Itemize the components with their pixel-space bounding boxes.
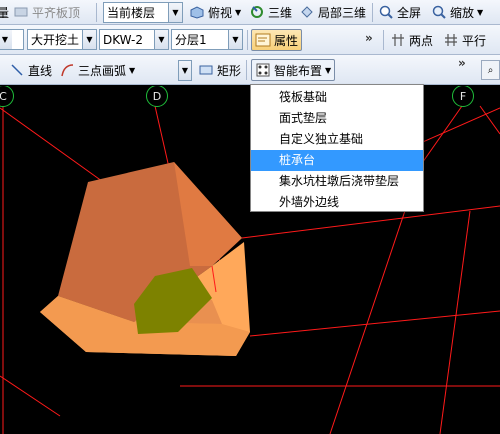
floor-select[interactable]: 当前楼层 ▼ <box>103 2 183 23</box>
arc-label: 三点画弧 <box>78 63 127 78</box>
partial-tool-label: 量 <box>0 5 10 20</box>
rect-button[interactable]: 矩形 <box>195 59 244 81</box>
toolbar-overflow-icon[interactable]: » <box>458 56 466 70</box>
chevron-down-icon: ▼ <box>235 7 242 17</box>
smart-layout-menu: 筏板基础 面式垫层 自定义独立基础 桩承台 集水坑柱墩后浇带垫层 外墙外边线 <box>250 84 424 212</box>
local-3d-button[interactable]: 局部三维 <box>296 1 369 23</box>
line-icon <box>9 62 25 78</box>
element-code-select[interactable]: DKW-2 ▼ <box>99 29 169 50</box>
zoom-label: 缩放 <box>450 5 475 20</box>
fullscreen-button[interactable]: 全屏 <box>375 1 424 23</box>
properties-button[interactable]: 属性 <box>251 29 303 51</box>
toolbar-separator <box>246 60 247 80</box>
arc-button[interactable]: 三点画弧 ▼ <box>56 59 138 81</box>
grid-line-horizontal-2 <box>249 310 500 337</box>
chevron-down-icon: ▼ <box>154 30 168 49</box>
floor-select-value: 当前楼层 <box>107 6 156 20</box>
axis-c-text: C <box>0 89 7 103</box>
axis-label-f: F <box>452 86 474 107</box>
line-label: 直线 <box>28 63 53 78</box>
parallel-icon <box>443 32 459 48</box>
menu-item-surface-cushion[interactable]: 面式垫层 <box>251 108 423 129</box>
parallel-label: 平行 <box>462 33 487 48</box>
menu-item-sump-pier-cushion[interactable]: 集水坑柱墩后浇带垫层 <box>251 171 423 192</box>
smart-layout-icon <box>255 62 271 78</box>
smart-layout-button[interactable]: 智能布置 ▼ <box>251 59 336 81</box>
layer-select-value: 分层1 <box>175 33 207 47</box>
properties-icon <box>255 32 271 48</box>
element-type-value: 大开挖土 <box>31 33 80 47</box>
grid-line-diagonal-3 <box>0 375 61 417</box>
top-view-button[interactable]: 俯视 ▼ <box>186 1 244 23</box>
fullscreen-label: 全屏 <box>397 5 422 20</box>
toolbar-separator <box>247 30 248 50</box>
element-toolbar: ▼ 大开挖土 ▼ DKW-2 ▼ 分层1 ▼ 属性 » 两点 平行 <box>0 25 500 55</box>
menu-item-exterior-wall-line[interactable]: 外墙外边线 <box>251 192 423 213</box>
line-button[interactable]: 直线 <box>6 59 55 81</box>
chevron-down-icon: ▼ <box>179 61 191 80</box>
magnifier-icon <box>378 4 394 20</box>
toolbar-overflow-icon[interactable]: » <box>365 31 373 45</box>
view-3d-label: 三维 <box>268 5 293 20</box>
menu-item-pile-cap[interactable]: 桩承台 <box>251 150 423 171</box>
axis-label-d: D <box>146 86 168 107</box>
local-3d-label: 局部三维 <box>318 5 367 20</box>
arc-icon <box>59 62 75 78</box>
pile-cap-solid <box>40 162 250 356</box>
chevron-down-icon: ▼ <box>325 65 332 75</box>
two-points-label: 两点 <box>409 33 434 48</box>
axis-d-text: D <box>152 89 162 103</box>
grid-line-vertical-right <box>439 210 471 434</box>
find-icon[interactable]: ⌕ <box>481 60 500 80</box>
rect-label: 矩形 <box>217 63 242 78</box>
chevron-down-icon: ▼ <box>228 30 242 49</box>
3d-rotate-icon <box>249 4 265 20</box>
flat-slab-top-label: 平齐板顶 <box>32 5 81 20</box>
main-toolbar: 量 平齐板顶 当前楼层 ▼ 俯视 ▼ 三维 局部三维 全屏 缩放 ▼ <box>0 0 500 25</box>
element-code-value: DKW-2 <box>103 32 144 47</box>
view-3d-button[interactable]: 三维 <box>246 1 295 23</box>
draw-mode-dropdown[interactable]: ▼ <box>178 60 192 81</box>
top-view-label: 俯视 <box>208 5 233 20</box>
toolbar-separator <box>96 3 97 22</box>
flat-slab-top-button[interactable]: 平齐板顶 <box>10 1 83 23</box>
axis-f-text: F <box>459 89 467 103</box>
top-view-icon <box>189 4 205 20</box>
grid-line-f-upper <box>419 105 463 167</box>
two-points-button[interactable]: 两点 <box>387 29 436 51</box>
grid-line-f-right <box>479 105 500 135</box>
chevron-down-icon: ▼ <box>82 30 96 49</box>
toolbar-separator <box>383 30 384 50</box>
rectangle-icon <box>198 62 214 78</box>
menu-item-raft-foundation[interactable]: 筏板基础 <box>251 87 423 108</box>
parallel-button[interactable]: 平行 <box>440 29 489 51</box>
element-type-select[interactable]: 大开挖土 ▼ <box>27 29 97 50</box>
zoom-button[interactable]: 缩放 ▼ <box>428 1 486 23</box>
grid-line-d <box>154 105 171 173</box>
menu-item-custom-isolated-foundation[interactable]: 自定义独立基础 <box>251 129 423 150</box>
smart-layout-label: 智能布置 <box>274 63 323 78</box>
category-select[interactable]: ▼ <box>0 29 24 50</box>
draw-toolbar: 直线 三点画弧 ▼ ▼ 矩形 智能布置 ▼ » <box>0 55 500 85</box>
chevron-down-icon: ▼ <box>0 30 12 49</box>
two-points-icon <box>390 32 406 48</box>
slab-icon <box>13 4 29 20</box>
local-3d-icon <box>299 4 315 20</box>
layer-select[interactable]: 分层1 ▼ <box>171 29 243 50</box>
toolbar-separator <box>372 3 373 22</box>
chevron-down-icon: ▼ <box>129 65 136 75</box>
chevron-down-icon: ▼ <box>168 3 182 22</box>
properties-label: 属性 <box>274 33 299 48</box>
chevron-down-icon: ▼ <box>477 7 484 17</box>
zoom-icon <box>431 4 447 20</box>
